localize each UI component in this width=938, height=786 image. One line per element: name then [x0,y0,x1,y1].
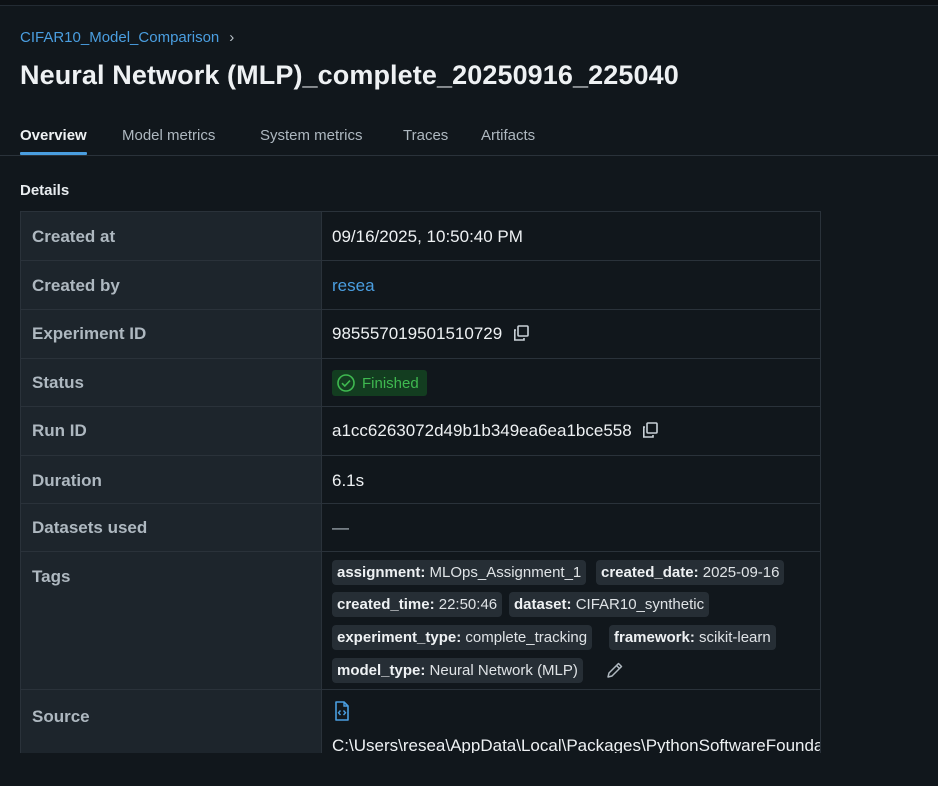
pencil-icon[interactable] [605,660,625,680]
tab-system-metrics[interactable]: System metrics [260,127,363,144]
tag-value: 2025-09-16 [702,564,780,581]
tab-traces[interactable]: Traces [403,127,448,144]
tag-chip: dataset: CIFAR10_synthetic [509,592,710,617]
breadcrumb-experiment-link[interactable]: CIFAR10_Model_Comparison [20,29,219,46]
detail-row-duration: Duration 6.1s [21,456,820,504]
detail-row-created-at: Created at 09/16/2025, 10:50:40 PM [21,212,820,261]
detail-label: Source [32,707,90,726]
detail-row-source: Source C:\Users\resea\AppData\Local\Pack… [21,690,820,753]
detail-row-datasets: Datasets used — [21,504,820,552]
tag-value: MLOps_Assignment_1 [429,564,582,581]
tab-artifacts[interactable]: Artifacts [481,127,535,144]
tag-chip: experiment_type: complete_tracking [332,625,593,650]
details-heading: Details [20,182,70,199]
detail-row-experiment-id: Experiment ID 985557019501510729 [21,310,820,359]
tag-value: 22:50:46 [438,596,498,613]
tag-value: CIFAR10_synthetic [575,596,705,613]
detail-label: Created by [32,276,120,295]
detail-row-run-id: Run ID a1cc6263072d49b1b349ea6ea1bce558 [21,407,820,456]
tag-chip: framework: scikit-learn [609,625,776,650]
tag-key: created_time [337,596,430,613]
duration-value: 6.1s [332,471,365,490]
breadcrumb: CIFAR10_Model_Comparison › [20,29,234,46]
detail-row-created-by: Created by resea [21,261,820,310]
status-text: Finished [362,374,419,392]
tag-chip: created_time: 22:50:46 [332,592,503,617]
check-circle-icon [337,374,355,392]
tab-model-metrics[interactable]: Model metrics [122,127,215,144]
top-bar [0,0,938,6]
page-title: Neural Network (MLP)_complete_20250916_2… [20,60,679,90]
breadcrumb-separator: › [229,29,235,46]
tag-chip: created_date: 2025-09-16 [596,560,785,585]
run-id-value: a1cc6263072d49b1b349ea6ea1bce558 [332,421,632,440]
detail-label: Created at [32,227,116,246]
code-file-icon[interactable] [333,701,351,721]
detail-label: Tags [32,567,71,586]
source-path[interactable]: C:\Users\resea\AppData\Local\Packages\Py… [332,736,820,753]
copy-icon[interactable] [642,422,658,438]
tag-key: assignment [337,564,421,581]
tab-overview[interactable]: Overview [20,127,87,155]
tab-bar: Overview Model metrics System metrics Tr… [0,124,938,156]
tag-value: Neural Network (MLP) [429,662,578,679]
tag-key: dataset [514,596,567,613]
experiment-id-value: 985557019501510729 [332,324,503,343]
tag-key: model_type [337,662,421,679]
detail-row-status: Status Finished [21,359,820,407]
detail-label: Datasets used [32,518,148,537]
detail-label: Run ID [32,421,87,440]
created-by-user-link[interactable]: resea [332,276,375,296]
created-at-value: 09/16/2025, 10:50:40 PM [332,227,523,246]
detail-row-tags: Tags assignment: MLOps_Assignment_1 crea… [21,552,820,690]
detail-label: Status [32,373,84,392]
details-table: Created at 09/16/2025, 10:50:40 PM Creat… [20,211,821,753]
detail-label: Duration [32,471,102,490]
tag-chip: assignment: MLOps_Assignment_1 [332,560,587,585]
datasets-value: — [332,518,349,537]
tag-key: created_date [601,564,694,581]
tag-chip: model_type: Neural Network (MLP) [332,658,583,683]
tag-value: complete_tracking [465,629,588,646]
status-badge: Finished [332,370,427,396]
tag-value: scikit-learn [699,629,771,646]
copy-icon[interactable] [513,325,529,341]
detail-label: Experiment ID [32,324,147,343]
tag-key: framework [614,629,690,646]
tag-key: experiment_type [337,629,457,646]
